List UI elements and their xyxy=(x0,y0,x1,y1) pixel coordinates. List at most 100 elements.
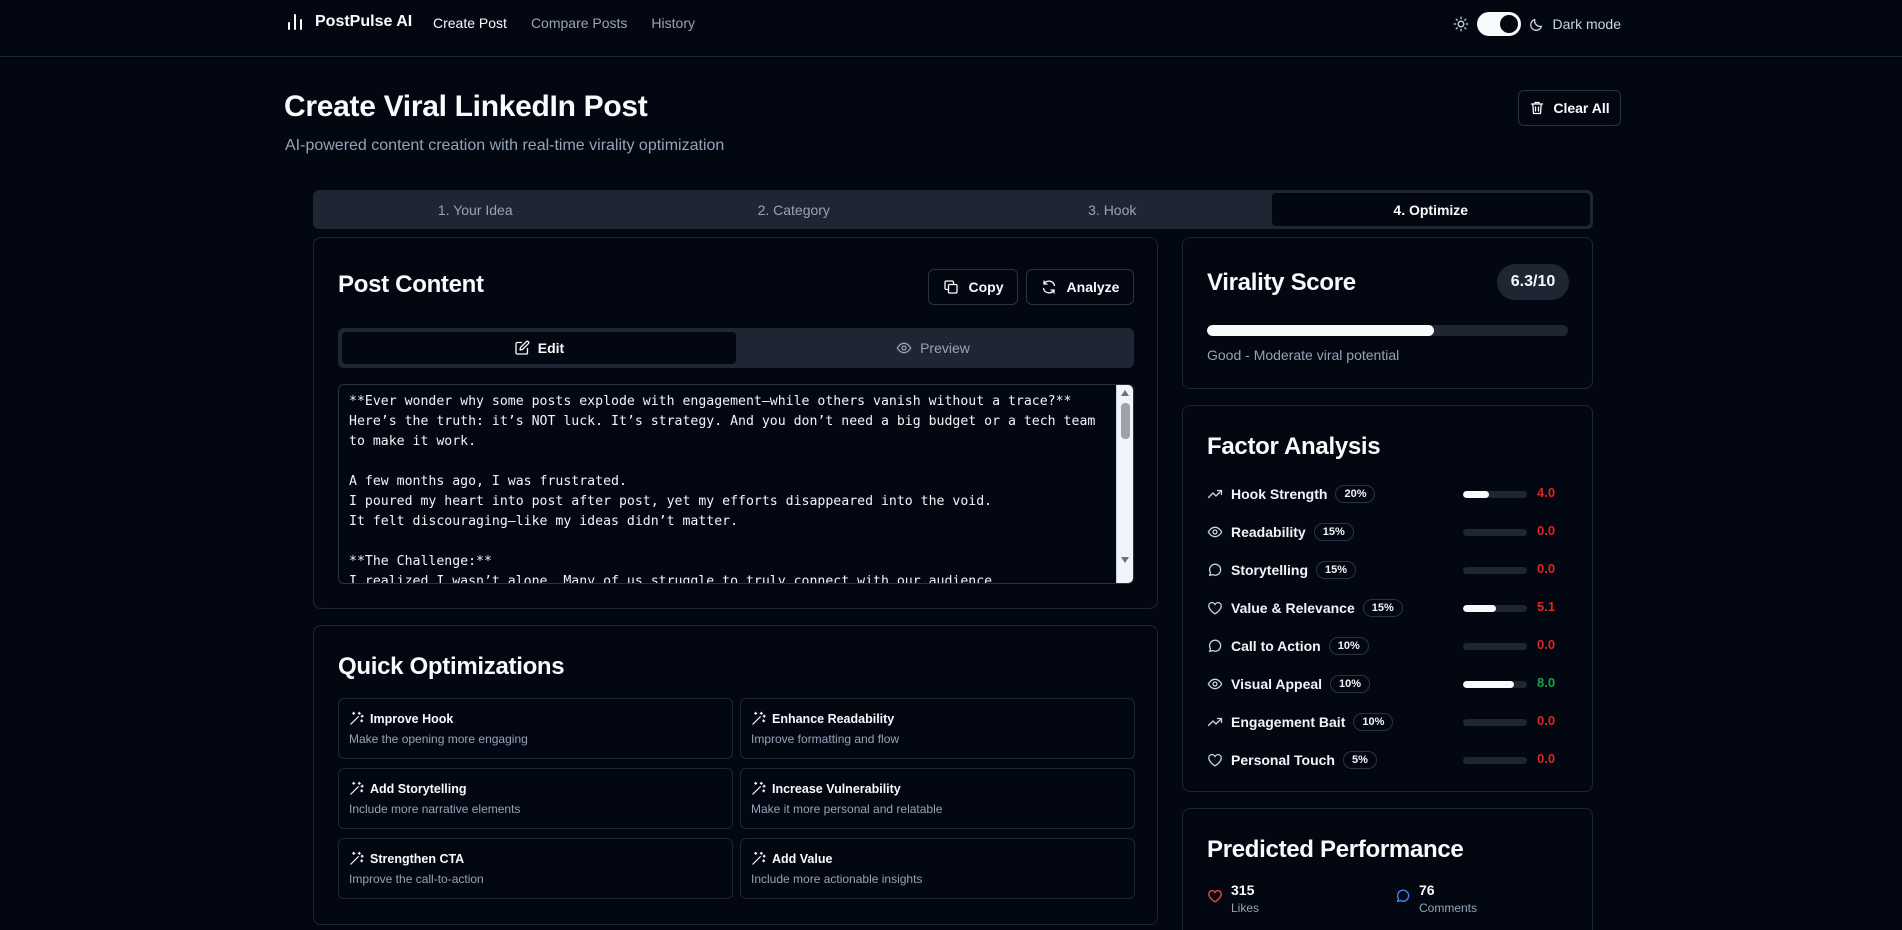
magic-wand-icon xyxy=(751,781,766,796)
factor-row: Hook Strength 20% 4.0 xyxy=(1207,482,1569,506)
factor-label: Storytelling xyxy=(1231,562,1309,578)
comments-label: Comments xyxy=(1419,901,1478,915)
factor-bar xyxy=(1463,529,1527,536)
factor-name-storytelling: Storytelling xyxy=(1207,562,1308,578)
factor-bar xyxy=(1463,567,1527,574)
step-hook[interactable]: 3. Hook xyxy=(953,193,1272,226)
dark-mode-toggle[interactable] xyxy=(1476,12,1521,36)
scrollbar-thumb[interactable] xyxy=(1121,403,1130,439)
factor-row: Engagement Bait 10% 0.0 xyxy=(1207,710,1569,734)
tab-edit[interactable]: Edit xyxy=(342,332,736,364)
brand-name: PostPulse AI xyxy=(315,13,413,30)
optimization-enhance-readability[interactable]: Enhance Readability Improve formatting a… xyxy=(740,698,1135,759)
tab-preview[interactable]: Preview xyxy=(736,332,1130,364)
dark-mode-label: Dark mode xyxy=(1552,16,1621,32)
factor-bar xyxy=(1463,643,1527,650)
optimization-desc: Include more actionable insights xyxy=(751,872,923,886)
step-optimize[interactable]: 4. Optimize xyxy=(1271,193,1590,226)
heart-icon xyxy=(1207,888,1223,904)
factor-score: 5.1 xyxy=(1537,599,1556,614)
factor-row: Readability 15% 0.0 xyxy=(1207,520,1569,544)
post-content-textarea[interactable]: **Ever wonder why some posts explode wit… xyxy=(338,384,1134,584)
factor-bar xyxy=(1463,757,1527,764)
optimization-desc: Make it more personal and relatable xyxy=(751,802,943,816)
magic-wand-icon xyxy=(751,851,766,866)
magic-wand-icon xyxy=(751,711,766,726)
nav-history[interactable]: History xyxy=(651,15,695,31)
factor-score: 0.0 xyxy=(1537,523,1556,538)
factor-label: Readability xyxy=(1231,524,1306,540)
edit-preview-tabs: Edit Preview xyxy=(338,328,1134,368)
analyze-button[interactable]: Analyze xyxy=(1026,269,1134,305)
factor-label: Call to Action xyxy=(1231,638,1321,654)
step-category[interactable]: 2. Category xyxy=(635,193,954,226)
optimization-strengthen-cta[interactable]: Strengthen CTA Improve the call-to-actio… xyxy=(338,838,733,899)
optimization-title: Add Storytelling xyxy=(370,781,467,796)
optimization-title: Strengthen CTA xyxy=(370,851,465,866)
virality-status: Good - Moderate viral potential xyxy=(1207,347,1400,363)
moon-icon xyxy=(1529,16,1545,32)
predicted-performance-card: Predicted Performance 315 Likes 76 Comme… xyxy=(1182,808,1593,930)
factor-bar xyxy=(1463,491,1527,498)
factor-label: Hook Strength xyxy=(1231,486,1328,502)
optimization-desc: Make the opening more engaging xyxy=(349,732,528,746)
sun-icon xyxy=(1453,16,1469,32)
factor-name-hook-strength: Hook Strength xyxy=(1207,486,1327,502)
clear-all-label: Clear All xyxy=(1553,100,1610,116)
optimization-add-value[interactable]: Add Value Include more actionable insigh… xyxy=(740,838,1135,899)
trending-up-icon xyxy=(1207,486,1223,502)
eye-icon xyxy=(1207,676,1223,692)
factor-name-readability: Readability xyxy=(1207,524,1306,540)
factor-weight-badge: 15% xyxy=(1362,599,1403,617)
quick-optimizations-title: Quick Optimizations xyxy=(338,653,565,680)
optimization-title: Improve Hook xyxy=(370,711,454,726)
optimization-desc: Improve formatting and flow xyxy=(751,732,900,746)
magic-wand-icon xyxy=(349,711,364,726)
factor-weight-badge: 5% xyxy=(1342,751,1377,769)
step-your-idea[interactable]: 1. Your Idea xyxy=(316,193,635,226)
factor-bar xyxy=(1463,681,1527,688)
eye-icon xyxy=(1207,524,1223,540)
eye-icon xyxy=(896,340,912,356)
optimization-increase-vulnerability[interactable]: Increase Vulnerability Make it more pers… xyxy=(740,768,1135,829)
factor-name-personal-touch: Personal Touch xyxy=(1207,752,1335,768)
editor-scrollbar[interactable] xyxy=(1116,385,1133,583)
factor-bar-fill xyxy=(1463,681,1515,688)
message-circle-icon xyxy=(1207,562,1223,578)
factor-weight-badge: 10% xyxy=(1353,713,1394,731)
copy-label: Copy xyxy=(968,279,1004,295)
quick-optimizations-card: Quick Optimizations Improve Hook Make th… xyxy=(313,625,1158,925)
factor-name-value-relevance: Value & Relevance xyxy=(1207,600,1355,616)
factor-label: Value & Relevance xyxy=(1231,600,1355,616)
factor-name-call-to-action: Call to Action xyxy=(1207,638,1321,654)
factor-row: Storytelling 15% 0.0 xyxy=(1207,558,1569,582)
magic-wand-icon xyxy=(349,781,364,796)
optimization-add-storytelling[interactable]: Add Storytelling Include more narrative … xyxy=(338,768,733,829)
factor-score: 0.0 xyxy=(1537,713,1556,728)
optimization-desc: Include more narrative elements xyxy=(349,802,521,816)
copy-button[interactable]: Copy xyxy=(928,269,1018,305)
nav-compare-posts[interactable]: Compare Posts xyxy=(531,15,627,31)
factor-score: 0.0 xyxy=(1537,561,1556,576)
virality-progress-bar xyxy=(1207,325,1568,336)
brand[interactable]: PostPulse AI xyxy=(285,12,412,32)
factor-bar-fill xyxy=(1463,491,1489,498)
factor-name-visual-appeal: Visual Appeal xyxy=(1207,676,1322,692)
factor-label: Engagement Bait xyxy=(1231,714,1346,730)
factor-row: Value & Relevance 15% 5.1 xyxy=(1207,596,1569,620)
predicted-likes: 315 Likes xyxy=(1207,882,1259,915)
virality-score-title: Virality Score xyxy=(1207,269,1356,296)
factor-row: Call to Action 10% 0.0 xyxy=(1207,634,1569,658)
factor-score: 8.0 xyxy=(1537,675,1556,690)
predicted-comments: 76 Comments xyxy=(1395,882,1477,915)
factor-analysis-card: Factor Analysis Hook Strength 20% 4.0 Reada… xyxy=(1182,405,1593,792)
optimization-title: Increase Vulnerability xyxy=(772,781,901,796)
nav-create-post[interactable]: Create Post xyxy=(433,15,507,31)
theme-switcher: Dark mode xyxy=(1453,12,1621,36)
clear-all-button[interactable]: Clear All xyxy=(1518,90,1621,126)
optimization-improve-hook[interactable]: Improve Hook Make the opening more engag… xyxy=(338,698,733,759)
virality-progress-fill xyxy=(1207,325,1435,336)
post-content-card: Post Content Copy Analyze Edit Preview *… xyxy=(313,237,1158,609)
heart-icon xyxy=(1207,752,1223,768)
likes-label: Likes xyxy=(1231,901,1260,915)
